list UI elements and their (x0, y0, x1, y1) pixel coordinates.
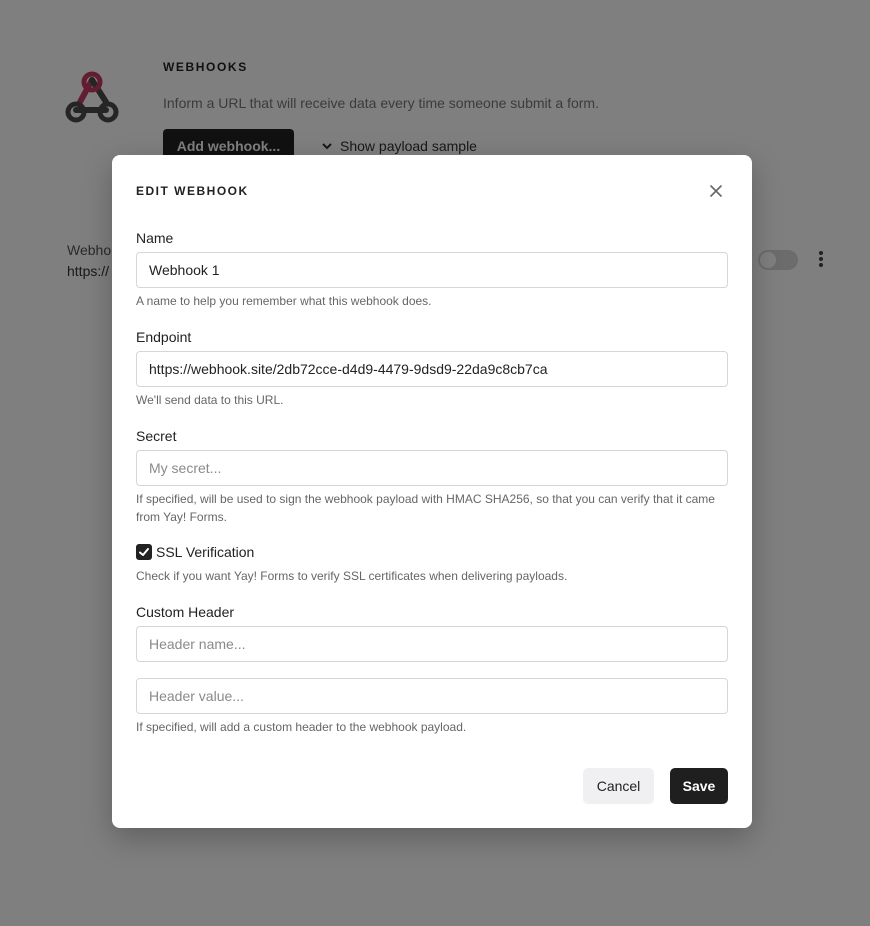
ssl-verification-row[interactable]: SSL Verification (136, 544, 254, 560)
checkmark-icon (139, 548, 149, 556)
name-label: Name (136, 230, 174, 246)
name-hint: A name to help you remember what this we… (136, 294, 432, 308)
ssl-verification-hint: Check if you want Yay! Forms to verify S… (136, 569, 568, 583)
ssl-verification-label: SSL Verification (156, 544, 255, 560)
secret-hint: If specified, will be used to sign the w… (136, 492, 715, 524)
close-button[interactable] (706, 181, 726, 201)
save-button[interactable]: Save (670, 768, 728, 804)
secret-input[interactable] (136, 450, 728, 486)
endpoint-hint: We'll send data to this URL. (136, 393, 284, 407)
header-value-input[interactable] (136, 678, 728, 714)
modal-title: EDIT WEBHOOK (136, 184, 249, 198)
custom-header-hint: If specified, will add a custom header t… (136, 720, 467, 734)
edit-webhook-modal: EDIT WEBHOOK Name A name to help you rem… (112, 155, 752, 828)
ssl-verification-checkbox[interactable] (136, 544, 152, 560)
close-icon (710, 185, 722, 197)
endpoint-input[interactable] (136, 351, 728, 387)
secret-label: Secret (136, 428, 177, 444)
custom-header-label: Custom Header (136, 604, 235, 620)
name-input[interactable] (136, 252, 728, 288)
cancel-button[interactable]: Cancel (583, 768, 654, 804)
header-name-input[interactable] (136, 626, 728, 662)
endpoint-label: Endpoint (136, 329, 192, 345)
